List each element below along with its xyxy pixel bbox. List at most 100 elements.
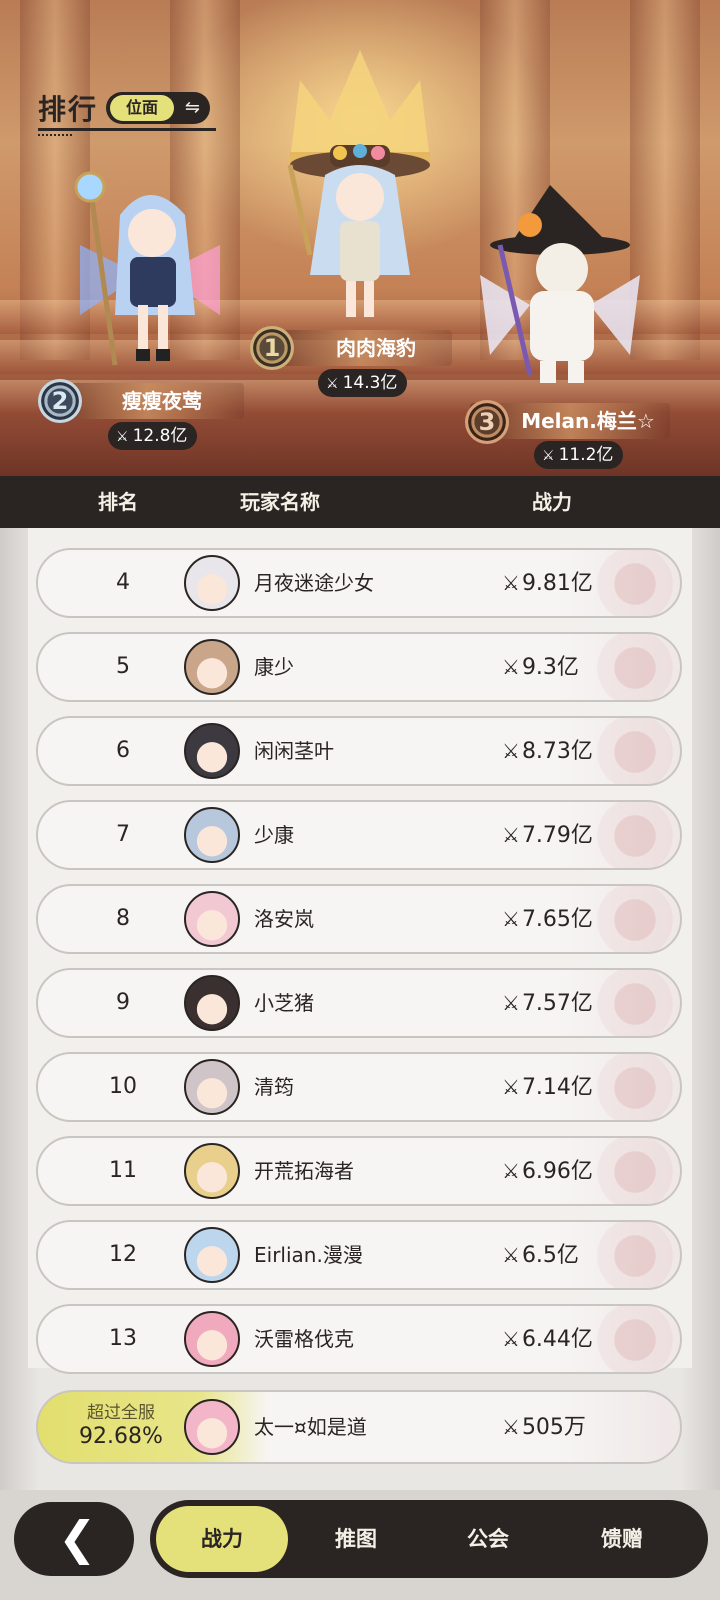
bottom-tab-bar: 战力 推图 公会 馈赠: [150, 1500, 708, 1578]
row-emblem-decoration: [580, 1222, 680, 1288]
sword-icon: ⚔: [116, 429, 129, 445]
player-avatar[interactable]: [184, 1227, 240, 1283]
row-emblem-decoration: [580, 634, 680, 700]
row-rank: 11: [109, 1158, 137, 1183]
player-3-character[interactable]: [470, 185, 650, 395]
sword-icon: ⚔: [502, 1415, 520, 1439]
podium-1-power: ⚔ 14.3亿: [318, 369, 408, 397]
my-power-value: 505万: [521, 1415, 586, 1440]
player-power-value: 7.14亿: [521, 1075, 593, 1100]
player-avatar[interactable]: [184, 1059, 240, 1115]
row-emblem-decoration: [580, 550, 680, 616]
row-emblem-decoration: [580, 802, 680, 868]
player-avatar[interactable]: [184, 723, 240, 779]
rank-1-medal: 1: [250, 326, 294, 370]
player-power-value: 6.96亿: [521, 1159, 593, 1184]
podium-3-power-value: 11.2亿: [558, 445, 614, 465]
table-row[interactable]: 9 小芝猪 ⚔7.57亿: [36, 968, 682, 1038]
table-row[interactable]: 12 Eirlian.漫漫 ⚔6.5亿: [36, 1220, 682, 1290]
sword-icon: ⚔: [502, 655, 520, 679]
my-rank-row[interactable]: 超过全服 92.68% 太一¤如是道 ⚔505万: [36, 1390, 682, 1464]
player-power-value: 7.65亿: [521, 907, 593, 932]
player-avatar[interactable]: [184, 555, 240, 611]
player-power: ⚔7.14亿: [502, 1054, 593, 1120]
sword-icon: ⚔: [502, 571, 520, 595]
player-2-character[interactable]: [60, 165, 240, 375]
player-power: ⚔6.96亿: [502, 1138, 593, 1204]
tab-gift[interactable]: 馈赠: [562, 1500, 682, 1578]
player-name: 小芝猪: [254, 991, 314, 1015]
my-avatar[interactable]: [184, 1399, 240, 1455]
row-rank: 13: [109, 1326, 137, 1351]
column-rank: 排名: [98, 490, 138, 514]
row-emblem-decoration: [580, 1054, 680, 1120]
podium-1-power-value: 14.3亿: [342, 373, 398, 393]
row-rank: 9: [116, 990, 130, 1015]
swap-icon: ⇋: [184, 97, 200, 118]
podium-2-power-value: 12.8亿: [132, 426, 188, 446]
back-button[interactable]: ❮: [14, 1502, 134, 1576]
plane-toggle-button[interactable]: 位面 ⇋: [106, 92, 210, 124]
table-row[interactable]: 10 清筠 ⚔7.14亿: [36, 1052, 682, 1122]
row-emblem-decoration: [580, 1306, 680, 1372]
player-power-value: 6.5亿: [521, 1243, 579, 1268]
player-power: ⚔6.5亿: [502, 1222, 579, 1288]
player-power: ⚔7.65亿: [502, 886, 593, 952]
player-name: 月夜迷途少女: [254, 571, 374, 595]
player-power-value: 9.81亿: [521, 571, 593, 596]
podium-2-power: ⚔ 12.8亿: [108, 422, 198, 450]
rank-3-medal: 3: [465, 400, 509, 444]
row-rank: 10: [109, 1074, 137, 1099]
player-power-value: 7.79亿: [521, 823, 593, 848]
table-row[interactable]: 4 月夜迷途少女 ⚔9.81亿: [36, 548, 682, 618]
player-name: 沃雷格伐克: [254, 1327, 354, 1351]
table-row[interactable]: 13 沃雷格伐克 ⚔6.44亿: [36, 1304, 682, 1374]
row-rank: 4: [116, 570, 130, 595]
table-row[interactable]: 6 闲闲茎叶 ⚔8.73亿: [36, 716, 682, 786]
player-name: Eirlian.漫漫: [254, 1243, 363, 1267]
sword-icon: ⚔: [542, 448, 555, 464]
title-dots: [38, 134, 72, 138]
player-avatar[interactable]: [184, 1311, 240, 1367]
sword-icon: ⚔: [502, 823, 520, 847]
sword-icon: ⚔: [502, 1075, 520, 1099]
chevron-left-icon: ❮: [58, 1511, 97, 1565]
podium-1-name: 肉肉海豹: [336, 336, 416, 360]
player-power: ⚔7.79亿: [502, 802, 593, 868]
my-name: 太一¤如是道: [254, 1415, 367, 1439]
player-avatar[interactable]: [184, 807, 240, 863]
row-emblem-decoration: [580, 970, 680, 1036]
sword-icon: ⚔: [502, 991, 520, 1015]
sword-icon: ⚔: [502, 907, 520, 931]
row-rank: 8: [116, 906, 130, 931]
player-power: ⚔7.57亿: [502, 970, 593, 1036]
table-row[interactable]: 8 洛安岚 ⚔7.65亿: [36, 884, 682, 954]
player-name: 清筠: [254, 1075, 294, 1099]
tab-power[interactable]: 战力: [156, 1506, 288, 1572]
podium-1-name-plate[interactable]: 肉肉海豹: [270, 330, 452, 366]
row-rank: 6: [116, 738, 130, 763]
player-name: 康少: [254, 655, 294, 679]
podium-2-name: 瘦瘦夜莺: [122, 389, 202, 413]
player-avatar[interactable]: [184, 1143, 240, 1199]
player-avatar[interactable]: [184, 975, 240, 1031]
row-rank: 12: [109, 1242, 137, 1267]
podium-3-name: Melan.梅兰☆: [521, 409, 655, 433]
sword-icon: ⚔: [502, 1159, 520, 1183]
player-avatar[interactable]: [184, 639, 240, 695]
sword-icon: ⚔: [502, 739, 520, 763]
table-row[interactable]: 11 开荒拓海者 ⚔6.96亿: [36, 1136, 682, 1206]
exceed-label: 超过全服: [87, 1403, 155, 1423]
sword-icon: ⚔: [326, 376, 339, 392]
player-1-character[interactable]: [270, 135, 440, 335]
row-emblem-decoration: [580, 718, 680, 784]
player-avatar[interactable]: [184, 891, 240, 947]
sword-icon: ⚔: [502, 1327, 520, 1351]
table-row[interactable]: 5 康少 ⚔9.3亿: [36, 632, 682, 702]
tab-guild[interactable]: 公会: [428, 1500, 548, 1578]
player-name: 少康: [254, 823, 294, 847]
row-rank: 7: [116, 822, 130, 847]
table-row[interactable]: 7 少康 ⚔7.79亿: [36, 800, 682, 870]
tab-stage-push[interactable]: 推图: [296, 1500, 416, 1578]
player-name: 开荒拓海者: [254, 1159, 354, 1183]
